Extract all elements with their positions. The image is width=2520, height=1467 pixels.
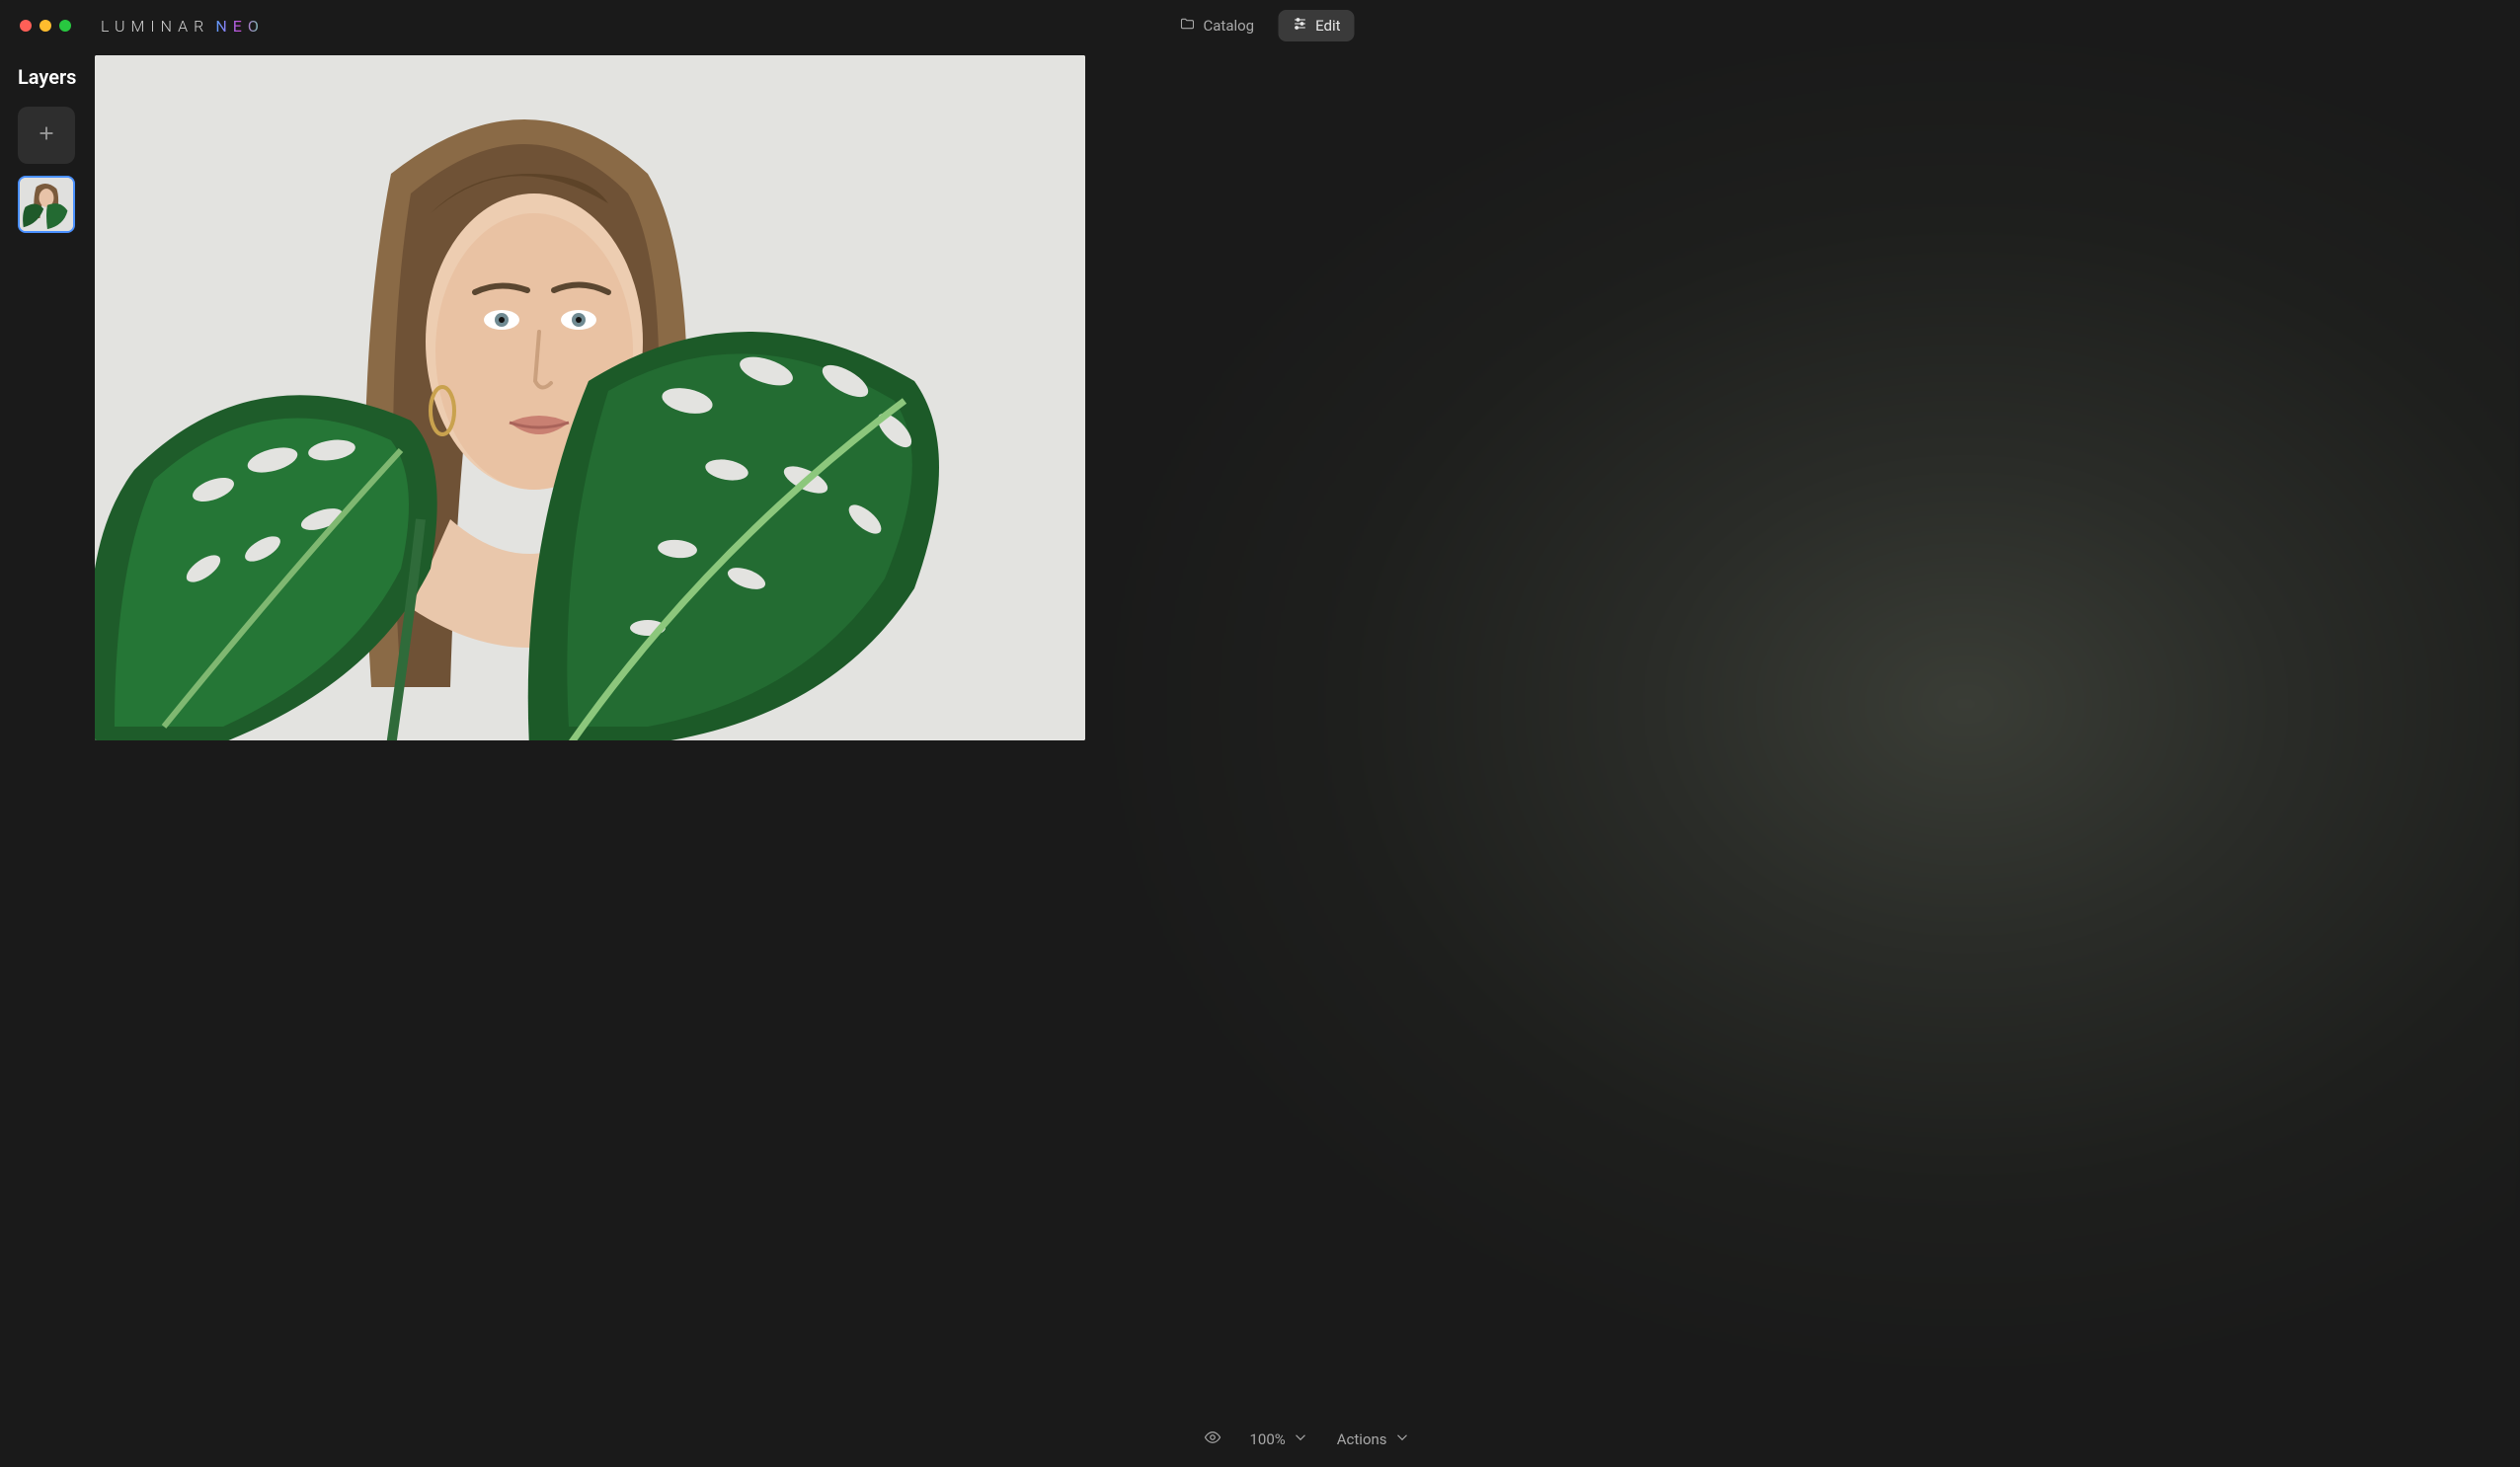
- zoom-window-button[interactable]: [59, 20, 71, 32]
- logo-main: LUMINAR: [101, 17, 209, 36]
- workspace: Layers: [0, 51, 2520, 1467]
- plus-icon: [36, 122, 57, 148]
- image-canvas[interactable]: [95, 55, 1085, 740]
- canvas-image: [95, 55, 1085, 740]
- tab-catalog-label: Catalog: [1203, 17, 1254, 35]
- bottom-toolbar: 100% Actions: [95, 1412, 2520, 1467]
- actions-label: Actions: [1337, 1430, 1387, 1448]
- mode-tabs: Catalog Edit: [1165, 10, 1354, 41]
- tab-edit[interactable]: Edit: [1278, 10, 1354, 41]
- add-layer-button[interactable]: [18, 107, 75, 164]
- tab-edit-label: Edit: [1315, 17, 1340, 35]
- logo-suffix: NEO: [215, 17, 265, 36]
- titlebar: LUMINAR NEO Catalog Edit: [0, 0, 2520, 51]
- chevron-down-icon: [1393, 1428, 1411, 1450]
- actions-dropdown[interactable]: Actions: [1337, 1428, 1411, 1450]
- close-window-button[interactable]: [20, 20, 32, 32]
- app-window: LUMINAR NEO Catalog Edit: [0, 0, 2520, 1467]
- app-logo: LUMINAR NEO: [101, 17, 265, 36]
- eye-icon: [1204, 1428, 1221, 1450]
- layers-title: Layers: [18, 61, 77, 95]
- canvas-viewport: [95, 51, 2520, 1412]
- compare-toggle[interactable]: [1204, 1428, 1221, 1450]
- traffic-lights: [20, 20, 71, 32]
- zoom-dropdown[interactable]: 100%: [1249, 1428, 1308, 1450]
- layers-panel: Layers: [0, 51, 95, 1467]
- layer-thumbnail-image: [20, 178, 73, 231]
- zoom-value: 100%: [1249, 1430, 1285, 1448]
- layer-thumbnail-1[interactable]: [18, 176, 75, 233]
- sliders-icon: [1292, 16, 1307, 36]
- folder-icon: [1179, 16, 1195, 36]
- chevron-down-icon: [1292, 1428, 1309, 1450]
- minimize-window-button[interactable]: [39, 20, 51, 32]
- tab-catalog[interactable]: Catalog: [1165, 10, 1268, 41]
- main-area: 100% Actions: [95, 51, 2520, 1467]
